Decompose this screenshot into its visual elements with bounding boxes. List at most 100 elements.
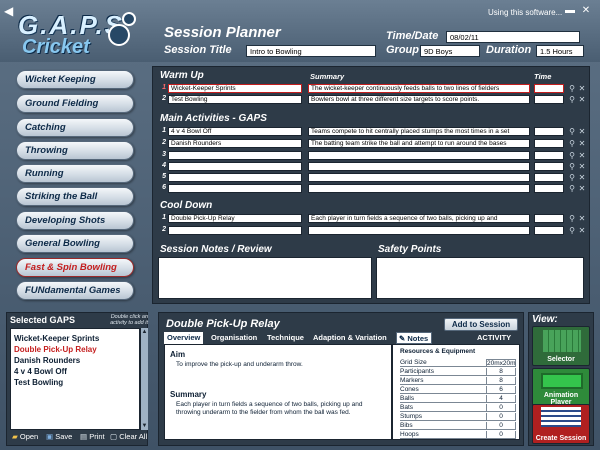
add-to-session-button[interactable]: Add to Session xyxy=(444,318,518,331)
sidebar-item-running[interactable]: Running xyxy=(16,164,134,183)
remove-icon[interactable]: ✕ xyxy=(578,95,586,104)
using-software-link[interactable]: Using this software... xyxy=(488,8,562,17)
tab-technique[interactable]: Technique xyxy=(264,332,307,344)
minimize-icon[interactable]: ▬ xyxy=(564,5,576,17)
create-session-button[interactable]: Create Session xyxy=(532,404,590,444)
main-activity-1[interactable]: 4 v 4 Bowl Off xyxy=(168,127,302,136)
scroll-up-icon[interactable]: ▲ xyxy=(141,328,148,336)
list-item[interactable]: 4 v 4 Bowl Off xyxy=(11,366,139,377)
main-summary-4[interactable] xyxy=(308,162,530,171)
warm-up-time-1[interactable] xyxy=(534,84,564,93)
warm-up-summary-1[interactable]: The wicket-keeper continuously feeds bal… xyxy=(308,84,530,93)
main-activity-4[interactable] xyxy=(168,162,302,171)
main-time-3[interactable] xyxy=(534,151,564,160)
group-input[interactable]: 9D Boys xyxy=(420,45,480,57)
close-icon[interactable]: ✕ xyxy=(580,5,592,17)
remove-icon[interactable]: ✕ xyxy=(578,139,586,148)
sidebar-item-ground-fielding[interactable]: Ground Fielding xyxy=(16,94,134,113)
magnify-icon[interactable]: ⚲ xyxy=(568,151,576,160)
magnify-icon[interactable]: ⚲ xyxy=(568,139,576,148)
remove-icon[interactable]: ✕ xyxy=(578,162,586,171)
cool-down-time-2[interactable] xyxy=(534,226,564,235)
main-activity-2[interactable]: Danish Rounders xyxy=(168,139,302,148)
main-activity-6[interactable] xyxy=(168,184,302,193)
main-time-4[interactable] xyxy=(534,162,564,171)
tab-notes[interactable]: ✎ Notes xyxy=(396,332,433,344)
remove-icon[interactable]: ✕ xyxy=(578,214,586,223)
sidebar-item-fundamental-games[interactable]: FUNdamental Games xyxy=(16,281,134,300)
main-time-6[interactable] xyxy=(534,184,564,193)
magnify-icon[interactable]: ⚲ xyxy=(568,173,576,182)
tab-organisation[interactable]: Organisation xyxy=(208,332,260,344)
cool-down-activity-2[interactable] xyxy=(168,226,302,235)
magnify-icon[interactable]: ⚲ xyxy=(568,214,576,223)
warm-up-summary-2[interactable]: Bowlers bowl at three different size tar… xyxy=(308,95,530,104)
cool-down-activity-1[interactable]: Double Pick-Up Relay xyxy=(168,214,302,223)
page-title: Session Planner xyxy=(164,24,281,41)
sidebar-item-wicket-keeping[interactable]: Wicket Keeping xyxy=(16,70,134,89)
time-date-input[interactable]: 08/02/11 xyxy=(446,31,580,43)
selected-list-scrollbar[interactable]: ▲ ▼ xyxy=(140,328,148,430)
warm-up-activity-1[interactable]: Wicket-Keeper Sprints xyxy=(168,84,302,93)
save-button[interactable]: ▣ Save xyxy=(46,432,72,441)
list-item[interactable]: Danish Rounders xyxy=(11,355,139,366)
remove-icon[interactable]: ✕ xyxy=(578,127,586,136)
list-item[interactable]: Wicket-Keeper Sprints xyxy=(11,333,139,344)
magnify-icon[interactable]: ⚲ xyxy=(568,95,576,104)
resource-value: 6 xyxy=(486,386,516,394)
session-title-input[interactable]: Intro to Bowling xyxy=(246,45,376,57)
main-activity-3[interactable] xyxy=(168,151,302,160)
tab-adaption-variation[interactable]: Adaption & Variation xyxy=(310,332,390,344)
clear-all-button[interactable]: ▢ Clear All xyxy=(110,432,147,441)
remove-icon[interactable]: ✕ xyxy=(578,226,586,235)
magnify-icon[interactable]: ⚲ xyxy=(568,184,576,193)
magnify-icon[interactable]: ⚲ xyxy=(568,84,576,93)
main-summary-6[interactable] xyxy=(308,184,530,193)
safety-points-input[interactable] xyxy=(376,257,584,299)
magnify-icon[interactable]: ⚲ xyxy=(568,162,576,171)
selected-gaps-hint: Double click an activity to add it xyxy=(110,314,148,326)
session-notes-input[interactable] xyxy=(158,257,372,299)
main-summary-1[interactable]: Teams compete to hit centrally placed st… xyxy=(308,127,530,136)
magnify-icon[interactable]: ⚲ xyxy=(568,127,576,136)
main-time-5[interactable] xyxy=(534,173,564,182)
cool-down-summary-1[interactable]: Each player in turn fields a sequence of… xyxy=(308,214,530,223)
remove-icon[interactable]: ✕ xyxy=(578,151,586,160)
magnify-icon[interactable]: ⚲ xyxy=(568,226,576,235)
remove-icon[interactable]: ✕ xyxy=(578,184,586,193)
sidebar-item-fast-spin-bowling[interactable]: Fast & Spin Bowling xyxy=(16,258,134,277)
remove-icon[interactable]: ✕ xyxy=(578,84,586,93)
view-title: View: xyxy=(532,314,558,325)
main-activity-5[interactable] xyxy=(168,173,302,182)
selector-button[interactable]: Selector xyxy=(532,326,590,366)
animation-player-button[interactable]: Animation Player xyxy=(532,368,590,408)
scroll-down-icon[interactable]: ▼ xyxy=(141,422,148,430)
main-time-2[interactable] xyxy=(534,139,564,148)
main-summary-5[interactable] xyxy=(308,173,530,182)
summary-heading: Summary xyxy=(170,390,207,399)
remove-icon[interactable]: ✕ xyxy=(578,173,586,182)
cricket-ball-small-icon xyxy=(122,12,136,26)
sidebar-item-striking[interactable]: Striking the Ball xyxy=(16,187,134,206)
aim-text: To improve the pick-up and underarm thro… xyxy=(176,361,303,368)
list-item[interactable]: Double Pick-Up Relay xyxy=(11,344,139,355)
row-number: 5 xyxy=(162,173,166,180)
list-item[interactable]: Test Bowling xyxy=(11,377,139,388)
main-summary-2[interactable]: The batting team strike the ball and att… xyxy=(308,139,530,148)
duration-input[interactable]: 1.5 Hours xyxy=(536,45,584,57)
cool-down-summary-2[interactable] xyxy=(308,226,530,235)
main-summary-3[interactable] xyxy=(308,151,530,160)
sidebar-item-developing-shots[interactable]: Developing Shots xyxy=(16,211,134,230)
pencil-icon: ✎ xyxy=(399,334,406,343)
sidebar-item-general-bowling[interactable]: General Bowling xyxy=(16,234,134,253)
sidebar-item-catching[interactable]: Catching xyxy=(16,118,134,137)
tab-overview[interactable]: Overview xyxy=(164,332,204,344)
open-button[interactable]: ▰ Open xyxy=(12,432,38,441)
warm-up-time-2[interactable] xyxy=(534,95,564,104)
cool-down-time-1[interactable] xyxy=(534,214,564,223)
print-button[interactable]: ▤ Print xyxy=(80,432,105,441)
selected-gaps-title: Selected GAPS xyxy=(10,315,76,325)
main-time-1[interactable] xyxy=(534,127,564,136)
sidebar-item-throwing[interactable]: Throwing xyxy=(16,141,134,160)
warm-up-activity-2[interactable]: Test Bowling xyxy=(168,95,302,104)
